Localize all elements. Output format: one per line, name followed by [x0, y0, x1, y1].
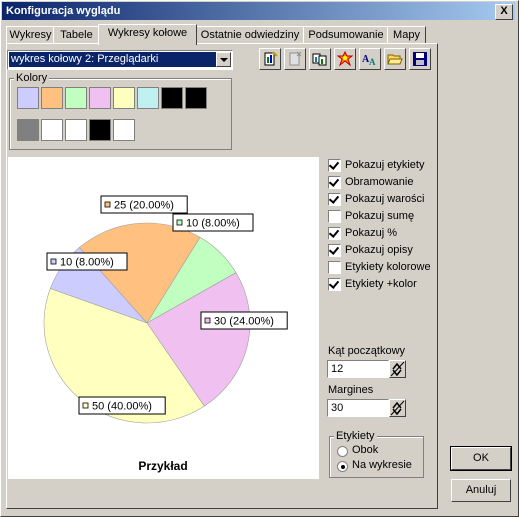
- close-button[interactable]: X: [495, 4, 513, 20]
- tab-ostatnie-odwiedziny[interactable]: Ostatnie odwiedziny: [195, 26, 305, 44]
- save-icon: [413, 52, 427, 66]
- option-checkbox-label: Pokazuj sumę: [345, 210, 415, 222]
- pie-slice-label-text: 10 (8.00%): [186, 218, 240, 230]
- pie-slice-label-text: 25 (20.00%): [114, 200, 174, 212]
- font-button[interactable]: AA: [359, 48, 381, 70]
- start-angle-spinner[interactable]: 12: [327, 360, 407, 378]
- color-swatch[interactable]: [89, 119, 111, 141]
- start-angle-spin-buttons[interactable]: [389, 360, 406, 378]
- effects-button[interactable]: [334, 48, 356, 70]
- pie-slice-label: 50 (40.00%): [78, 396, 166, 415]
- new-chart-icon: [264, 51, 278, 66]
- color-swatch[interactable]: [65, 87, 87, 109]
- color-swatch[interactable]: [185, 87, 207, 109]
- start-angle-label: Kąt początkowy: [328, 345, 406, 357]
- new-chart-button[interactable]: [259, 48, 281, 70]
- pie-slice-label-text: 30 (24.00%): [214, 316, 274, 328]
- color-swatch[interactable]: [17, 87, 39, 109]
- ok-button[interactable]: OK: [450, 446, 512, 471]
- pie-slice-label: 30 (24.00%): [200, 311, 288, 330]
- start-angle-input[interactable]: 12: [327, 360, 389, 378]
- pie-slice-label-text: 10 (8.00%): [60, 257, 114, 269]
- chart-selector-value: wykres kołowy 2: Przeglądarki: [9, 52, 216, 67]
- radio-na-wykresie-label: Na wykresie: [352, 459, 412, 471]
- colors-group-label: Kolory: [14, 72, 50, 84]
- pie-slice-label: 10 (8.00%): [46, 252, 128, 271]
- delete-chart-icon: [289, 51, 302, 66]
- effects-icon: [337, 51, 353, 67]
- option-checkbox[interactable]: [328, 210, 341, 223]
- color-swatch[interactable]: [41, 119, 63, 141]
- option-checkbox[interactable]: [328, 193, 341, 206]
- tab-podsumowanie[interactable]: Podsumowanie: [303, 26, 389, 44]
- delete-chart-button[interactable]: [284, 48, 306, 70]
- option-checkbox-label: Pokazuj opisy: [345, 244, 413, 256]
- color-swatch[interactable]: [137, 87, 159, 109]
- open-folder-icon: [387, 54, 403, 65]
- pie-slice-label: 10 (8.00%): [172, 213, 254, 232]
- option-checkbox-label: Etykiety +kolor: [345, 278, 417, 290]
- option-checkbox-label: Etykiety kolorowe: [345, 261, 431, 273]
- labels-group-label: Etykiety: [334, 430, 377, 442]
- option-checkbox-label: Pokazuj etykiety: [345, 159, 425, 171]
- copy-chart-icon: [312, 53, 327, 66]
- tab-wykresy-kolowe[interactable]: Wykresy kołowe: [98, 24, 197, 45]
- pie-chart-preview: 25 (20.00%) 10 (8.00%) 30 (24.00%) 50 (40.0…: [8, 157, 319, 479]
- cancel-button[interactable]: Anuluj: [451, 479, 511, 502]
- svg-text:A: A: [369, 57, 376, 67]
- color-swatch[interactable]: [113, 87, 135, 109]
- tab-tabele[interactable]: Tabele: [53, 26, 100, 44]
- color-swatch[interactable]: [17, 119, 39, 141]
- font-icon: AA: [362, 54, 376, 67]
- option-checkbox-label: Obramowanie: [345, 176, 414, 188]
- pie-chart: 25 (20.00%) 10 (8.00%) 30 (24.00%) 50 (40.0…: [43, 195, 288, 473]
- option-checkbox[interactable]: [328, 227, 341, 240]
- radio-na-wykresie[interactable]: [337, 461, 348, 472]
- open-folder-button[interactable]: [384, 48, 406, 70]
- option-checkbox-label: Pokazuj warości: [345, 193, 425, 205]
- title-bar: Konfiguracja wyglądu X: [2, 2, 515, 20]
- margins-input[interactable]: 30: [327, 399, 389, 417]
- margins-label: Margines: [328, 384, 374, 396]
- pie-slice-label-text: 50 (40.00%): [92, 401, 152, 413]
- color-swatch[interactable]: [161, 87, 183, 109]
- margins-spin-buttons[interactable]: [389, 399, 406, 417]
- radio-obok[interactable]: [337, 446, 348, 457]
- chart-title: Przykład: [138, 459, 187, 473]
- chart-selector-dropdown[interactable]: wykres kołowy 2: Przeglądarki: [7, 50, 233, 70]
- color-swatch[interactable]: [113, 119, 135, 141]
- option-checkbox[interactable]: [328, 278, 341, 291]
- option-checkbox[interactable]: [328, 159, 341, 172]
- tab-mapy[interactable]: Mapy: [387, 26, 426, 44]
- color-swatch[interactable]: [41, 87, 63, 109]
- option-checkbox[interactable]: [328, 244, 341, 257]
- spin-arrows-icon: [390, 400, 405, 416]
- color-swatch[interactable]: [89, 87, 111, 109]
- chevron-down-icon[interactable]: [216, 52, 231, 67]
- save-button[interactable]: [409, 48, 431, 70]
- pie-slice-label: 25 (20.00%): [100, 195, 188, 214]
- option-checkbox-label: Pokazuj %: [345, 227, 397, 239]
- color-swatch[interactable]: [65, 119, 87, 141]
- option-checkbox[interactable]: [328, 261, 341, 274]
- window-title: Konfiguracja wyglądu: [6, 5, 121, 17]
- spin-arrows-icon: [390, 361, 405, 377]
- margins-spinner[interactable]: 30: [327, 399, 407, 417]
- radio-obok-label: Obok: [352, 444, 379, 456]
- option-checkbox[interactable]: [328, 176, 341, 189]
- tab-wykresy[interactable]: Wykresy: [6, 26, 55, 44]
- copy-chart-button[interactable]: [309, 48, 331, 70]
